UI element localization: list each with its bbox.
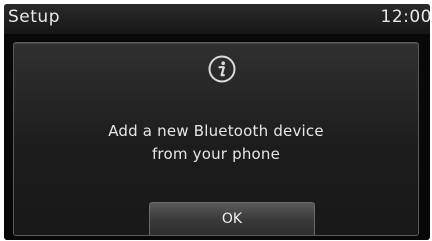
message-line-2: from your phone — [151, 145, 281, 163]
message-line-1: Add a new Bluetooth device — [108, 122, 324, 140]
info-icon — [208, 55, 236, 83]
clock: 12:00 — [380, 7, 431, 27]
ok-button[interactable]: OK — [149, 202, 315, 235]
screen-title: Setup — [8, 7, 60, 27]
bluetooth-popup: Add a new Bluetooth device from your pho… — [13, 42, 419, 236]
status-bar: Setup 12:00 — [4, 4, 430, 34]
popup-message: Add a new Bluetooth device from your pho… — [14, 120, 418, 166]
head-unit-screen: Setup 12:00 Add a new Bluetooth device f… — [4, 4, 430, 240]
